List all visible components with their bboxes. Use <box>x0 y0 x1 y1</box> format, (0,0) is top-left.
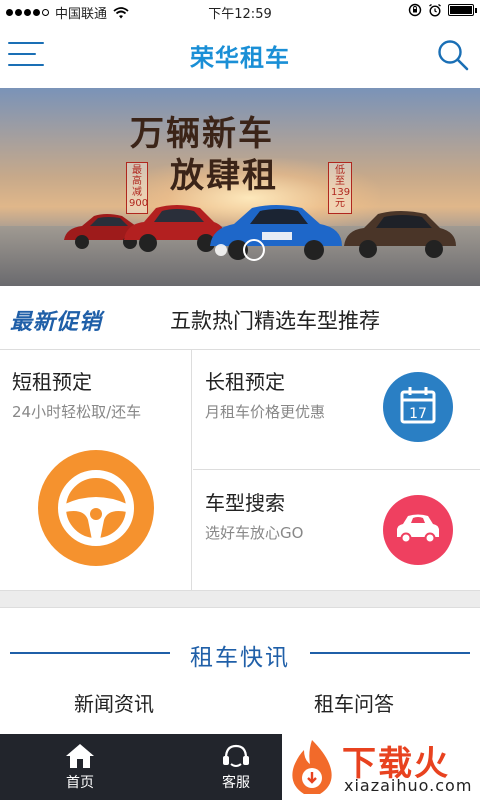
tab-home-label: 首页 <box>66 775 94 791</box>
news-tab-qa[interactable]: 租车问答 <box>314 688 394 717</box>
news-tab-info[interactable]: 新闻资讯 <box>74 688 154 717</box>
orientation-lock-icon <box>408 3 422 17</box>
model-search-subtitle: 选好车放心GO <box>205 524 304 542</box>
tab-home[interactable]: 首页 <box>0 734 160 800</box>
banner-pager <box>0 239 480 261</box>
status-bar: 中国联通 下午12:59 <box>0 0 480 22</box>
banner-pager-dot-active[interactable] <box>243 239 265 261</box>
watermark-url: xiazaihuo.com <box>344 776 473 795</box>
short-rent-title: 短租预定 <box>12 370 92 394</box>
app-title: 荣华租车 <box>190 44 290 72</box>
car-icon <box>383 495 453 565</box>
customer-service-icon <box>223 744 249 767</box>
promo-text[interactable]: 五款热门精选车型推荐 <box>170 305 380 335</box>
news-section: 租车快讯 新闻资讯 租车问答 <box>0 608 480 734</box>
news-title: 租车快讯 <box>190 645 290 671</box>
svg-text:17: 17 <box>409 406 427 422</box>
status-right <box>408 3 477 17</box>
banner-pager-dot[interactable] <box>215 244 227 256</box>
long-rent-subtitle: 月租车价格更优惠 <box>205 403 326 421</box>
banner-headline-line2: 放肆租 <box>170 156 278 196</box>
long-rent-title: 长租预定 <box>205 370 285 394</box>
promo-row[interactable]: 最新促销 五款热门精选车型推荐 <box>0 286 480 350</box>
alarm-icon <box>429 3 441 17</box>
model-search-card[interactable]: 车型搜索 选好车放心GO <box>193 471 480 590</box>
short-rent-card[interactable]: 短租预定 24小时轻松取/还车 <box>0 350 192 590</box>
home-icon <box>66 744 94 768</box>
site-watermark: 下载火 xiazaihuo.com <box>282 734 480 800</box>
top-nav-bar: 荣华租车 <box>0 22 480 88</box>
battery-icon <box>448 4 477 16</box>
news-header: 租车快讯 <box>0 638 480 671</box>
steering-wheel-icon <box>38 450 154 566</box>
calendar-icon: 17 <box>383 372 453 442</box>
promo-title: 最新促销 <box>10 310 103 335</box>
flame-logo-icon <box>292 740 332 794</box>
section-divider <box>0 590 480 608</box>
search-icon[interactable] <box>436 38 470 72</box>
service-grid: 短租预定 24小时轻松取/还车 长租预定 月租车价格更优惠 17 车型搜索 选好… <box>0 350 480 590</box>
news-divider-right <box>310 652 470 654</box>
app-screen: 中国联通 下午12:59 荣华租车 万辆新车 放肆租 最高减900 低至139元… <box>0 0 480 800</box>
short-rent-subtitle: 24小时轻松取/还车 <box>12 403 142 421</box>
long-rent-card[interactable]: 长租预定 月租车价格更优惠 17 <box>193 350 480 470</box>
model-search-title: 车型搜索 <box>205 491 285 515</box>
